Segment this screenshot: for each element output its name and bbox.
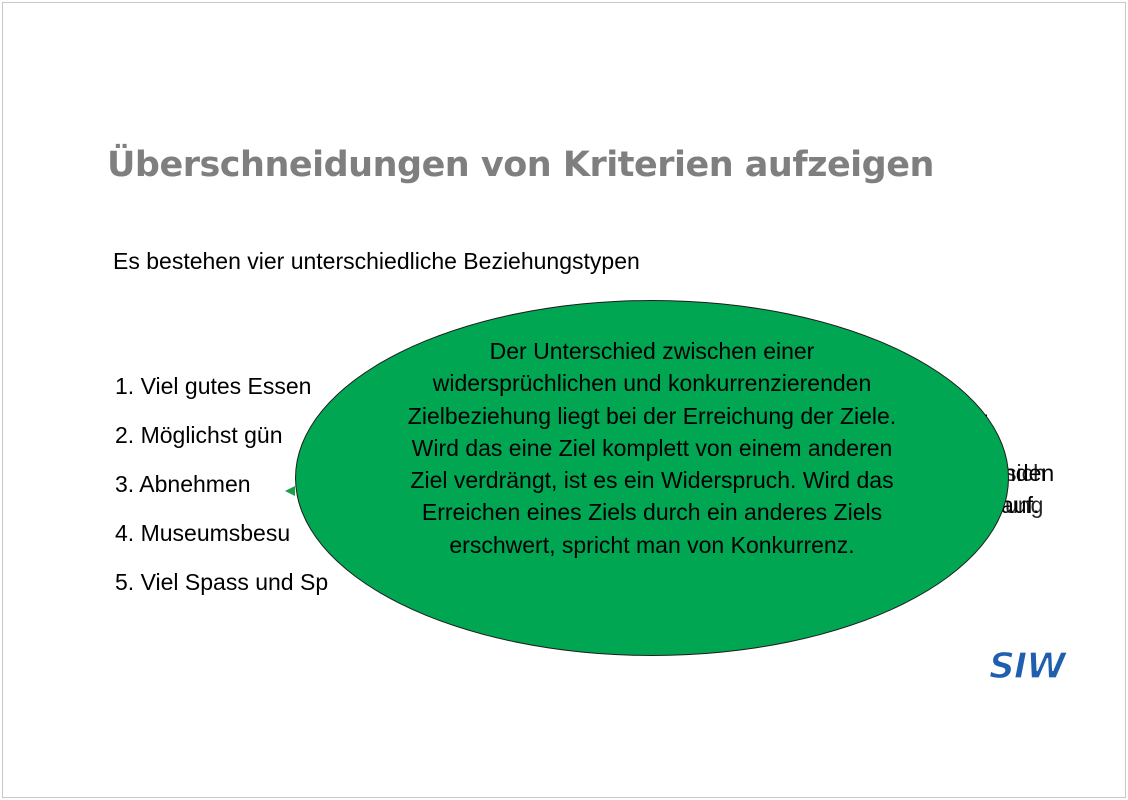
list-item: 3. Abnehmen xyxy=(115,471,251,497)
list-item: 2. Möglichst gün xyxy=(115,422,283,448)
slide-title: Überschneidungen von Kriterien aufzeigen xyxy=(107,145,934,185)
arrowhead-icon xyxy=(285,486,295,496)
callout-text: Der Unterschied zwischen einer widersprü… xyxy=(407,338,897,558)
slide-subtitle: Es bestehen vier unterschiedliche Bezieh… xyxy=(113,248,640,274)
slide: Überschneidungen von Kriterien aufzeigen… xyxy=(2,2,1126,798)
list-item: 4. Museumsbesu xyxy=(115,520,291,546)
logo-text: SIW xyxy=(989,646,1068,685)
partial-text-fragment: sich xyxy=(1005,460,1046,486)
partial-text-fragment: ung xyxy=(1005,492,1044,518)
list-item: 5. Viel Spass und Sp xyxy=(115,569,329,595)
siw-logo: SIW xyxy=(975,645,1079,687)
list-item: 1. Viel gutes Essen xyxy=(115,373,312,399)
